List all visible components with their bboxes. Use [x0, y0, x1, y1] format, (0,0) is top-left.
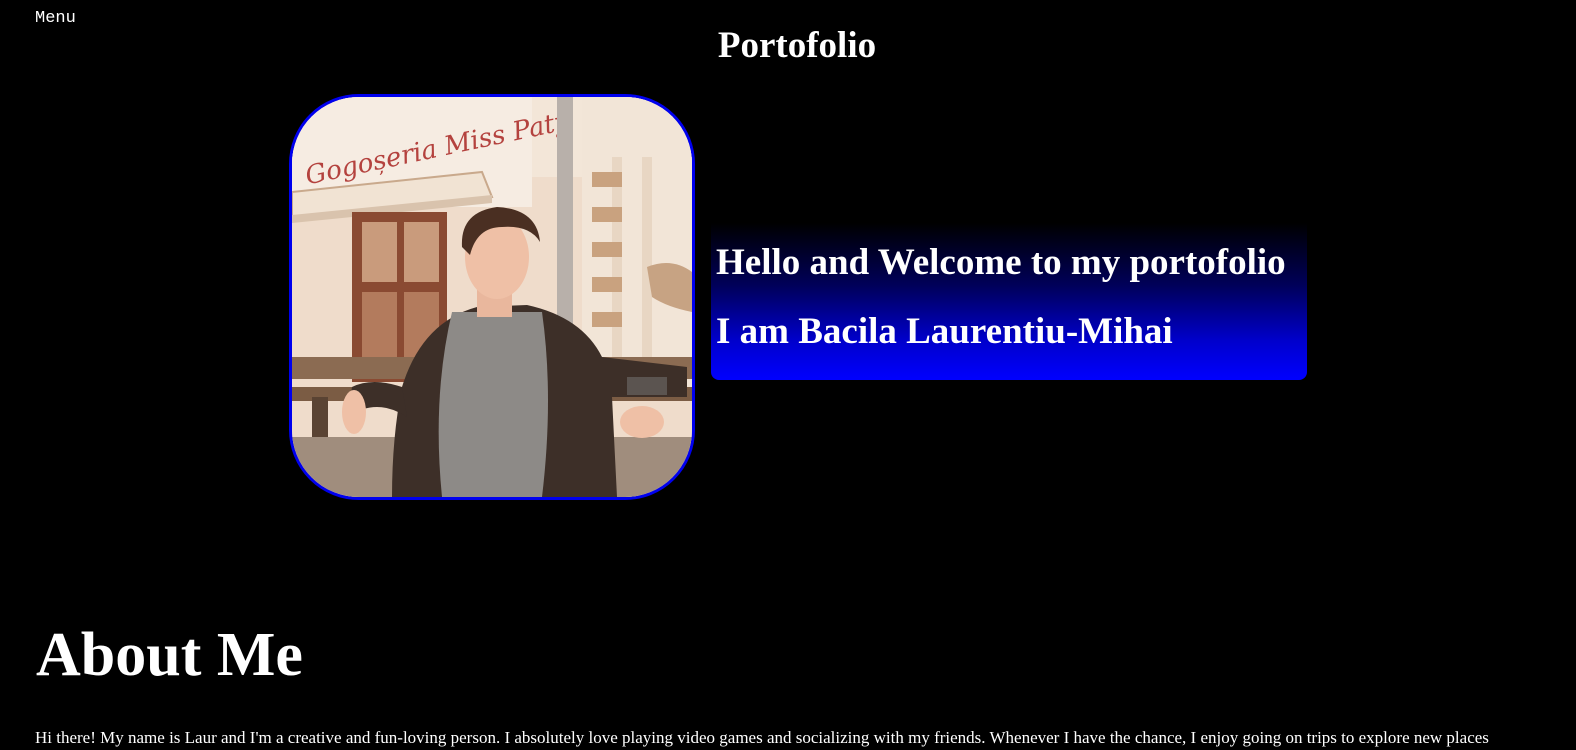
about-heading: About Me: [36, 621, 303, 689]
page-title: Portofolio: [717, 25, 877, 66]
welcome-heading: Hello and Welcome to my portofolio: [716, 242, 1286, 283]
profile-photo: Gogoșeria Miss Paty: [289, 94, 695, 500]
about-text: Hi there! My name is Laur and I'm a crea…: [35, 728, 1489, 747]
name-heading: I am Bacila Laurentiu-Mihai: [716, 311, 1173, 352]
welcome-banner: Hello and Welcome to my portofolio I am …: [711, 223, 1307, 380]
